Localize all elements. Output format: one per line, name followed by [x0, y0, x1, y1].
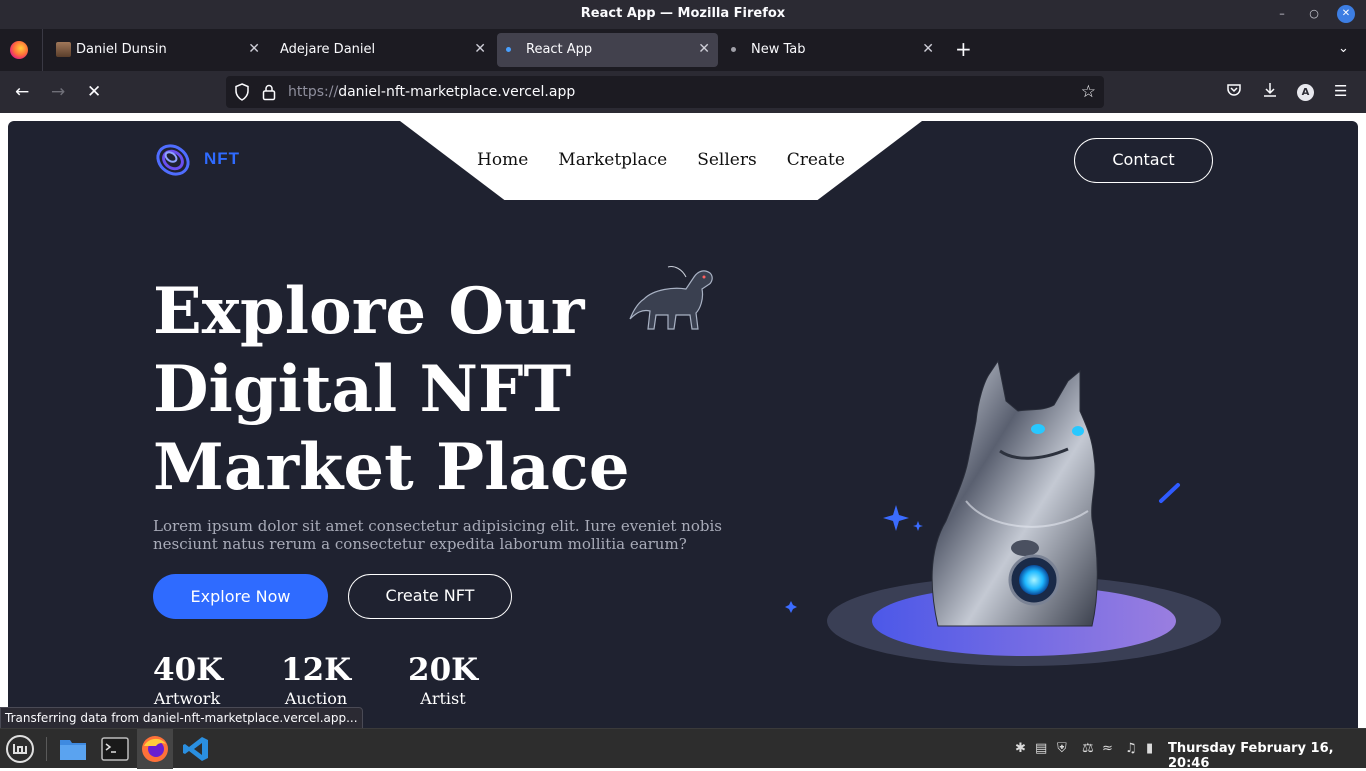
new-tab-plus-icon[interactable]: + — [955, 39, 972, 59]
nav-marketplace[interactable]: Marketplace — [558, 150, 667, 170]
loading-dot-icon — [506, 47, 511, 52]
bookmark-star-icon[interactable]: ☆ — [1081, 82, 1096, 102]
window-title: React App — Mozilla Firefox — [580, 6, 786, 21]
tab-daniel-dunsin[interactable]: Daniel Dunsin ✕ — [48, 33, 268, 67]
wifi-icon[interactable]: ≈ — [1102, 741, 1113, 756]
close-tab-icon[interactable]: ✕ — [922, 41, 934, 57]
stat-label: Artist — [420, 689, 466, 708]
stat-artist: 20K Artist — [408, 651, 478, 709]
vscode-icon[interactable] — [181, 734, 211, 764]
logo-text[interactable]: NFT — [204, 149, 240, 169]
minimize-icon[interactable]: – — [1273, 5, 1291, 23]
stat-artwork: 40K Artwork — [153, 651, 224, 709]
tab-favicon-icon — [56, 42, 71, 57]
tab-label: Adejare Daniel — [280, 42, 376, 57]
downloads-icon[interactable] — [1262, 82, 1278, 102]
lock-icon[interactable] — [262, 83, 276, 101]
site-nav-panel: Home Marketplace Sellers Create — [400, 121, 922, 200]
volume-icon[interactable]: ♫ — [1125, 741, 1137, 756]
stat-value: 12K — [281, 652, 352, 688]
tracking-shield-icon[interactable] — [234, 83, 250, 101]
tab-new-tab[interactable]: New Tab ✕ — [722, 33, 942, 67]
tab-label: Daniel Dunsin — [76, 42, 167, 57]
stat-label: Artwork — [153, 689, 221, 708]
hamburger-menu-icon[interactable]: ☰ — [1334, 82, 1347, 100]
tab-dot-icon — [731, 47, 736, 52]
account-avatar-icon[interactable]: A — [1297, 84, 1314, 101]
window-titlebar: React App — Mozilla Firefox – ○ ✕ — [0, 0, 1366, 29]
site-nav: Home Marketplace Sellers Create — [400, 150, 922, 170]
files-icon[interactable] — [58, 734, 88, 764]
robot-dog-illustration — [629, 266, 713, 330]
tab-label: React App — [526, 42, 593, 57]
contact-button[interactable]: Contact — [1074, 138, 1213, 183]
stop-loading-icon[interactable]: ✕ — [87, 82, 101, 102]
create-nft-button[interactable]: Create NFT — [348, 574, 512, 619]
hero-subtitle: Lorem ipsum dolor sit amet consectetur a… — [153, 517, 722, 553]
bluetooth-icon[interactable]: ✱ — [1015, 741, 1026, 756]
stat-label: Auction — [284, 689, 348, 708]
clipboard-icon[interactable]: ▤ — [1035, 741, 1047, 756]
firefox-icon[interactable] — [140, 734, 170, 764]
back-arrow-icon[interactable]: ← — [15, 82, 29, 102]
close-tab-icon[interactable]: ✕ — [698, 41, 710, 57]
menu-icon[interactable] — [5, 734, 35, 764]
close-tab-icon[interactable]: ✕ — [248, 41, 260, 57]
web-page: Home Marketplace Sellers Create NFT Cont… — [8, 121, 1358, 731]
tab-bar: Daniel Dunsin ✕ Adejare Daniel ✕ React A… — [0, 29, 1366, 71]
forward-arrow-icon[interactable]: → — [51, 82, 65, 102]
nft-logo-icon[interactable] — [154, 141, 194, 179]
firefox-menu-icon[interactable] — [10, 41, 28, 59]
hero-nft-dog-illustration — [785, 359, 1221, 666]
usb-icon[interactable]: ⚖ — [1082, 741, 1094, 756]
tab-adejare-daniel[interactable]: Adejare Daniel ✕ — [272, 33, 494, 67]
maximize-icon[interactable]: ○ — [1305, 5, 1323, 23]
tab-react-app[interactable]: React App ✕ — [497, 33, 718, 67]
status-text: Transferring data from daniel-nft-market… — [0, 707, 363, 729]
clock[interactable]: Thursday February 16, 20:46 — [1168, 741, 1366, 771]
stat-value: 20K — [408, 652, 479, 688]
stat-value: 40K — [153, 652, 224, 688]
navigation-toolbar: ← → ✕ https://daniel-nft-marketplace.ver… — [0, 71, 1366, 113]
close-tab-icon[interactable]: ✕ — [474, 41, 486, 57]
pocket-icon[interactable] — [1226, 82, 1242, 102]
nav-home[interactable]: Home — [477, 150, 528, 170]
nav-create[interactable]: Create — [787, 150, 845, 170]
nav-sellers[interactable]: Sellers — [697, 150, 757, 170]
shield-tray-icon[interactable]: ⛨ — [1057, 741, 1067, 756]
url-bar[interactable]: https://daniel-nft-marketplace.vercel.ap… — [226, 76, 1104, 108]
list-all-tabs-icon[interactable]: ⌄ — [1338, 41, 1349, 56]
tab-label: New Tab — [751, 42, 806, 57]
close-window-icon[interactable]: ✕ — [1337, 5, 1355, 23]
os-taskbar: ✱ ▤ ⛨ ⚖ ≈ ♫ ▮ Thursday February 16, 20:4… — [0, 728, 1366, 771]
battery-icon[interactable]: ▮ — [1146, 741, 1153, 756]
url-text[interactable]: https://daniel-nft-marketplace.vercel.ap… — [288, 84, 575, 100]
explore-now-button[interactable]: Explore Now — [153, 574, 328, 619]
stat-auction: 12K Auction — [281, 651, 351, 709]
terminal-icon[interactable] — [100, 734, 130, 764]
